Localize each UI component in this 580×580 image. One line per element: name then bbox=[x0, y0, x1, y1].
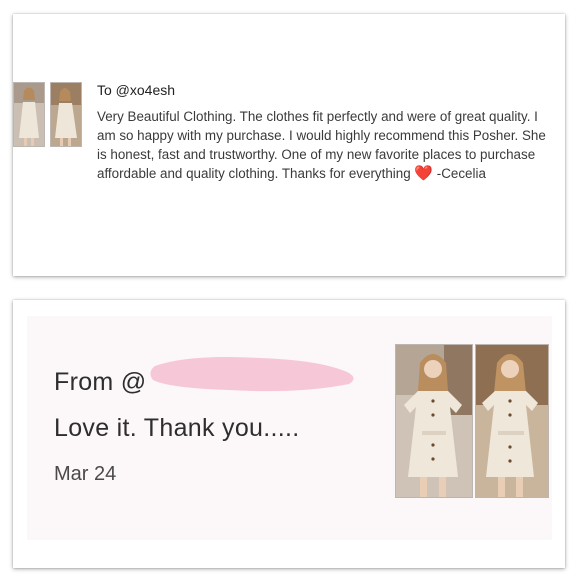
comment-card: From @ Love it. Thank you..... Mar 24 bbox=[13, 300, 565, 568]
username-redaction bbox=[150, 357, 354, 392]
review-product-thumbnail-2[interactable] bbox=[50, 82, 82, 147]
review-product-thumbnail-1[interactable] bbox=[13, 82, 45, 147]
heart-icon: ❤️ bbox=[414, 165, 434, 182]
comment-from-prefix: From @ bbox=[54, 368, 147, 396]
comment-message: Love it. Thank you..... bbox=[54, 414, 300, 442]
review-text: Very Beautiful Clothing. The clothes fit… bbox=[97, 107, 547, 183]
dress-photo-icon bbox=[14, 83, 44, 146]
dress-photo-icon bbox=[51, 83, 81, 146]
comment-product-thumbnail-1[interactable] bbox=[395, 344, 473, 498]
comment-product-thumbnail-2[interactable] bbox=[475, 344, 549, 498]
dress-photo-icon bbox=[476, 345, 548, 497]
dress-photo-icon bbox=[396, 345, 472, 497]
review-recipient[interactable]: To @xo4esh bbox=[97, 82, 175, 98]
review-signature: -Cecelia bbox=[433, 166, 486, 181]
comment-panel: From @ Love it. Thank you..... Mar 24 bbox=[27, 316, 552, 540]
review-card: To @xo4esh Very Beautiful Clothing. The … bbox=[13, 14, 565, 276]
comment-from[interactable]: From @ bbox=[54, 368, 146, 397]
comment-date: Mar 24 bbox=[54, 463, 117, 485]
